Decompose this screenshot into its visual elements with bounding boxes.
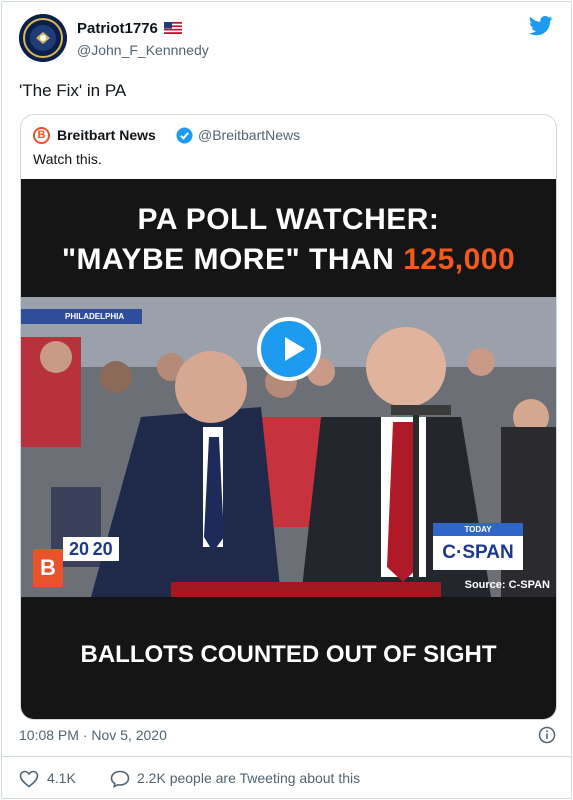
avatar[interactable] (19, 14, 67, 62)
display-name-text: Patriot1776 (77, 20, 158, 37)
cspan-today-label: TODAY (433, 523, 523, 536)
heart-icon[interactable] (19, 770, 39, 792)
tweeting-about-text[interactable]: 2.2K people are Tweeting about this (137, 770, 360, 786)
twitter-bird-icon[interactable] (529, 16, 553, 41)
user-handle[interactable]: @John_F_Kennnedy (77, 42, 209, 58)
video-caption: BALLOTS COUNTED OUT OF SIGHT (80, 641, 497, 668)
tweet-text: 'The Fix' in PA (19, 81, 127, 100)
us-flag-icon (164, 21, 183, 38)
like-button[interactable] (19, 770, 39, 793)
action-divider (2, 756, 571, 757)
quoted-author-name[interactable]: Breitbart News (57, 127, 156, 143)
cspan-logo: C·SPAN (433, 536, 523, 570)
headline-prefix: "MAYBE MORE" THAN (61, 243, 395, 276)
video-source-label: Source: C-SPAN (464, 579, 550, 591)
speech-bubble-icon[interactable] (110, 770, 130, 792)
video-player[interactable]: PA POLL WATCHER: "MAYBE MORE" THAN 125,0… (21, 179, 556, 719)
tweet-timestamp[interactable]: 10:08 PM · Nov 5, 2020 (19, 727, 167, 743)
election-2020-badge: 20 20 (63, 537, 119, 561)
like-count[interactable]: 4.1K (47, 770, 76, 786)
display-name[interactable]: Patriot1776 (77, 20, 183, 38)
video-headline-line2: "MAYBE MORE" THAN 125,000 (21, 243, 556, 277)
video-headline-line1: PA POLL WATCHER: (137, 203, 440, 236)
quoted-tweet-text: Watch this. (33, 151, 102, 167)
breitbart-corner-tag: B (33, 549, 63, 587)
info-icon[interactable] (538, 726, 556, 749)
quoted-tweet[interactable]: B Breitbart News @BreitbartNews Watch th… (20, 114, 557, 720)
quoted-author-handle[interactable]: @BreitbartNews (198, 127, 300, 143)
verified-badge-icon (176, 127, 193, 149)
reply-button[interactable] (110, 770, 130, 793)
headline-highlight-number: 125,000 (403, 243, 516, 276)
play-button[interactable] (257, 317, 321, 381)
location-badge: PHILADELPHIA (21, 309, 143, 324)
tweet-card[interactable]: Patriot1776 @John_F_Kennnedy 'The Fix' i… (1, 1, 572, 799)
breitbart-logo-icon[interactable]: B (33, 127, 50, 144)
cspan-watermark: TODAY C·SPAN (433, 523, 523, 570)
